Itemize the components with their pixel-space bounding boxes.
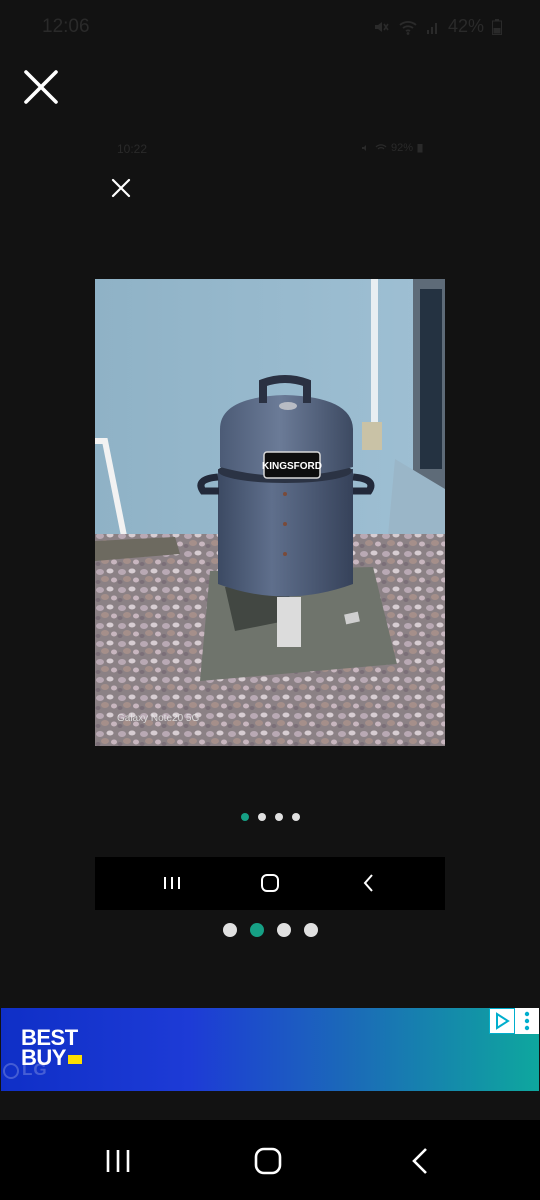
inner-close-button xyxy=(109,176,133,200)
lg-circle-icon xyxy=(3,1062,19,1079)
partner-logo: LG xyxy=(3,1060,48,1080)
home-icon xyxy=(261,874,279,892)
inner-page-dot xyxy=(274,813,283,821)
page-dot[interactable] xyxy=(276,923,291,937)
close-button[interactable] xyxy=(20,66,62,108)
back-icon[interactable] xyxy=(404,1145,436,1177)
close-icon xyxy=(24,70,58,104)
ad-banner[interactable]: BEST BUY LG xyxy=(1,1008,539,1091)
inner-status-bar: 10:22 92% xyxy=(95,130,445,168)
ad-choices[interactable] xyxy=(489,1008,539,1034)
close-icon xyxy=(111,178,131,198)
inner-status-icons: 92% xyxy=(361,142,423,154)
inner-page-indicator xyxy=(95,813,445,821)
inner-page-dot xyxy=(240,813,249,821)
viewed-screenshot: 10:22 92% KINGSFORD Galaxy Note20 5G xyxy=(95,130,445,930)
recents-icon xyxy=(164,877,180,889)
inner-page-dot xyxy=(291,813,300,821)
signal-icon xyxy=(426,19,440,35)
smoker-photo: KINGSFORD Galaxy Note20 5G xyxy=(95,279,445,746)
mute-icon xyxy=(372,18,390,36)
mute-icon xyxy=(361,145,366,151)
brand-label: KINGSFORD xyxy=(262,461,322,472)
page-indicator[interactable] xyxy=(0,923,540,937)
back-icon xyxy=(363,874,373,892)
battery-icon xyxy=(492,18,502,35)
ad-choices-icon[interactable] xyxy=(489,1008,515,1034)
battery-percent: 42% xyxy=(447,16,484,36)
battery-icon xyxy=(417,144,423,153)
inner-page-dot xyxy=(257,813,266,821)
inner-battery-percent: 92% xyxy=(390,142,413,154)
more-options-icon[interactable] xyxy=(515,1008,539,1034)
system-nav-bar xyxy=(0,1120,540,1200)
status-bar: 12:06 42% xyxy=(0,0,540,56)
camera-watermark: Galaxy Note20 5G xyxy=(117,713,200,724)
page-dot[interactable] xyxy=(222,923,237,937)
status-icons: 42% xyxy=(372,16,502,37)
partner-label: LG xyxy=(22,1060,48,1079)
page-dot-active[interactable] xyxy=(249,923,264,937)
home-icon[interactable] xyxy=(252,1145,284,1177)
inner-status-time: 10:22 xyxy=(117,142,148,156)
wifi-icon xyxy=(375,144,387,150)
status-time: 12:06 xyxy=(42,16,90,37)
recents-icon[interactable] xyxy=(102,1145,134,1177)
wifi-icon xyxy=(398,18,418,36)
tag-icon xyxy=(67,1054,82,1064)
inner-nav-bar xyxy=(95,857,445,910)
page-dot[interactable] xyxy=(303,923,318,937)
